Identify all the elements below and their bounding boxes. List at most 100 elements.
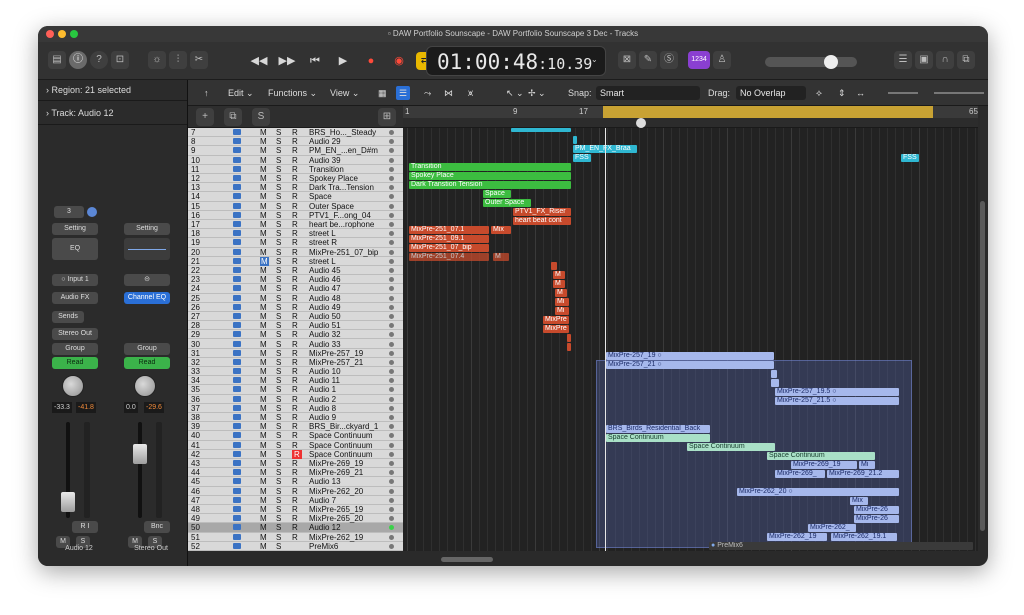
track-row[interactable]: 15 M S R Outer Space [188, 202, 403, 211]
track-mute-button[interactable]: M [260, 459, 267, 468]
track-row[interactable]: 11 M S R Transition [188, 165, 403, 174]
cycle-region[interactable] [603, 106, 933, 118]
go-to-beginning-icon[interactable]: ⏮ [304, 51, 326, 71]
track-mute-button[interactable]: M [260, 312, 267, 321]
region[interactable]: M [555, 289, 567, 297]
region[interactable]: MixPre-269_19 [791, 461, 857, 469]
browser-icon[interactable]: ⧉ [957, 51, 975, 69]
track-row[interactable]: 21 M S Rstreet L [188, 256, 403, 266]
audio-fx-slot[interactable]: Audio FX [52, 292, 98, 304]
region[interactable] [567, 343, 571, 351]
track-row[interactable]: 30 M S R Audio 33 [188, 340, 403, 349]
region[interactable]: FSS [901, 154, 919, 162]
view-menu[interactable]: View ⌄ [330, 86, 359, 100]
toolbar-icon[interactable]: ⊡ [111, 51, 129, 69]
track-solo-button[interactable]: S [276, 496, 281, 505]
track-mute-button[interactable]: M [260, 422, 267, 431]
track-row[interactable]: 45 M S R Audio 13 [188, 477, 403, 487]
track-mute-button[interactable]: M [260, 505, 267, 514]
track-mute-button[interactable]: M [260, 358, 267, 367]
track-solo-button[interactable]: S [276, 146, 281, 155]
region[interactable]: Dark Transtion Tension [409, 181, 571, 189]
track-mute-button[interactable]: M [260, 431, 267, 440]
zoom-window-button[interactable] [70, 30, 78, 38]
mixer-icon[interactable]: ⫶ [169, 51, 187, 69]
track-record-button[interactable]: R [292, 174, 298, 183]
track-record-button[interactable]: R [292, 229, 298, 238]
region[interactable]: Transition [409, 163, 571, 171]
track-row[interactable]: 28 M S R Audio 51 [188, 321, 403, 331]
track-row[interactable]: 42 M S R Space Continuum [188, 449, 403, 460]
track-record-button[interactable]: R [292, 330, 298, 339]
vertical-scroll-thumb[interactable] [980, 201, 985, 531]
list-editors-icon[interactable]: ☰ [894, 51, 912, 69]
group-slot[interactable]: Group [124, 343, 170, 355]
quick-help-icon[interactable]: ? [90, 51, 108, 69]
loop-browser-icon[interactable]: ∩ [936, 51, 954, 69]
track-solo-button[interactable]: S [276, 211, 281, 220]
replace-record-icon[interactable]: ◉ [388, 51, 410, 71]
pointer-tool-icon[interactable]: ↖ ⌄ [506, 86, 524, 100]
track-row[interactable]: 33 M S R Audio 10 [188, 367, 403, 377]
chevron-down-icon[interactable]: ⌄ [591, 55, 598, 64]
vertical-zoom-icon[interactable]: ⇕ [838, 86, 846, 100]
track-solo-button[interactable]: S [276, 174, 281, 183]
bounce-button[interactable]: Bnc [144, 521, 170, 533]
region[interactable]: M [493, 253, 509, 261]
region[interactable]: PTV1_FX_Riser [513, 208, 571, 216]
region[interactable]: MixPre-26 [854, 506, 899, 514]
track-mute-button[interactable]: M [260, 266, 267, 275]
track-solo-button[interactable]: S [276, 248, 281, 257]
track-record-button[interactable]: R [292, 523, 298, 532]
region[interactable]: MixPre-257_19.5 ○ [775, 388, 899, 396]
drag-select[interactable]: No Overlap [736, 86, 806, 100]
region[interactable]: Space Continuum [687, 443, 775, 451]
track-mute-button[interactable]: M [260, 146, 267, 155]
track-row[interactable]: 9 M S R PM_EN_...en_D#m [188, 146, 403, 156]
track-record-button[interactable]: R [292, 202, 298, 211]
track-mute-button[interactable]: M [260, 220, 267, 229]
track-row[interactable]: 31 M S R MixPre-257_19 [188, 349, 403, 358]
track-solo-button[interactable]: S [276, 312, 281, 321]
track-solo-button[interactable]: S [276, 202, 281, 211]
track-mute-button[interactable]: M [260, 192, 267, 201]
horizontal-scroll-thumb[interactable] [441, 557, 493, 562]
track-record-button[interactable]: R [292, 156, 298, 165]
region[interactable]: M [553, 280, 565, 288]
track-solo-button[interactable]: S [276, 376, 281, 385]
track-record-button[interactable]: R [292, 275, 298, 284]
notepad-icon[interactable]: ▣ [915, 51, 933, 69]
track-mute-button[interactable]: M [260, 137, 267, 146]
track-row[interactable]: 34 M S R Audio 11 [188, 376, 403, 386]
track-record-button[interactable]: R [292, 441, 298, 450]
region[interactable]: MixPre-251_07.4 [409, 253, 489, 261]
track-solo-button[interactable]: S [276, 441, 281, 450]
track-row[interactable]: 50 M S R Audio 12 [188, 523, 403, 533]
track-record-button[interactable]: R [292, 514, 298, 523]
track-mute-button[interactable]: M [260, 284, 267, 293]
region[interactable]: Mi [859, 461, 875, 469]
track-row[interactable]: 36 M S R Audio 2 [188, 395, 403, 404]
master-volume-knob[interactable] [824, 55, 838, 69]
track-row[interactable]: 29 M S R Audio 32 [188, 330, 403, 340]
tuner-icon[interactable]: ✎ [639, 51, 657, 69]
track-record-button[interactable]: R [292, 266, 298, 275]
snap-select[interactable]: Smart [596, 86, 700, 100]
input-format-field[interactable]: 3 [54, 206, 84, 218]
automation-mode-button[interactable]: Read [124, 357, 170, 369]
track-record-button[interactable]: R [292, 404, 298, 413]
region[interactable]: heart beat cont [513, 217, 571, 225]
track-row[interactable]: 18 M S Rstreet L [188, 229, 403, 239]
track-mute-button[interactable]: M [260, 542, 267, 551]
track-record-button[interactable]: R [292, 505, 298, 514]
track-mute-button[interactable]: M [260, 496, 267, 505]
track-solo-button[interactable]: S [276, 505, 281, 514]
setting-button[interactable]: Setting [124, 223, 170, 235]
input-slot[interactable]: ○ Input 1 [52, 274, 98, 286]
track-row[interactable]: 51 M S R MixPre-262_19 [188, 533, 403, 542]
track-row[interactable]: 26 M S R Audio 49 [188, 303, 403, 312]
secondary-tool-icon[interactable]: ✢ ⌄ [528, 86, 546, 100]
region[interactable]: Mi [555, 307, 569, 315]
input-knob[interactable] [87, 207, 97, 217]
track-solo-button[interactable]: S [276, 165, 281, 174]
